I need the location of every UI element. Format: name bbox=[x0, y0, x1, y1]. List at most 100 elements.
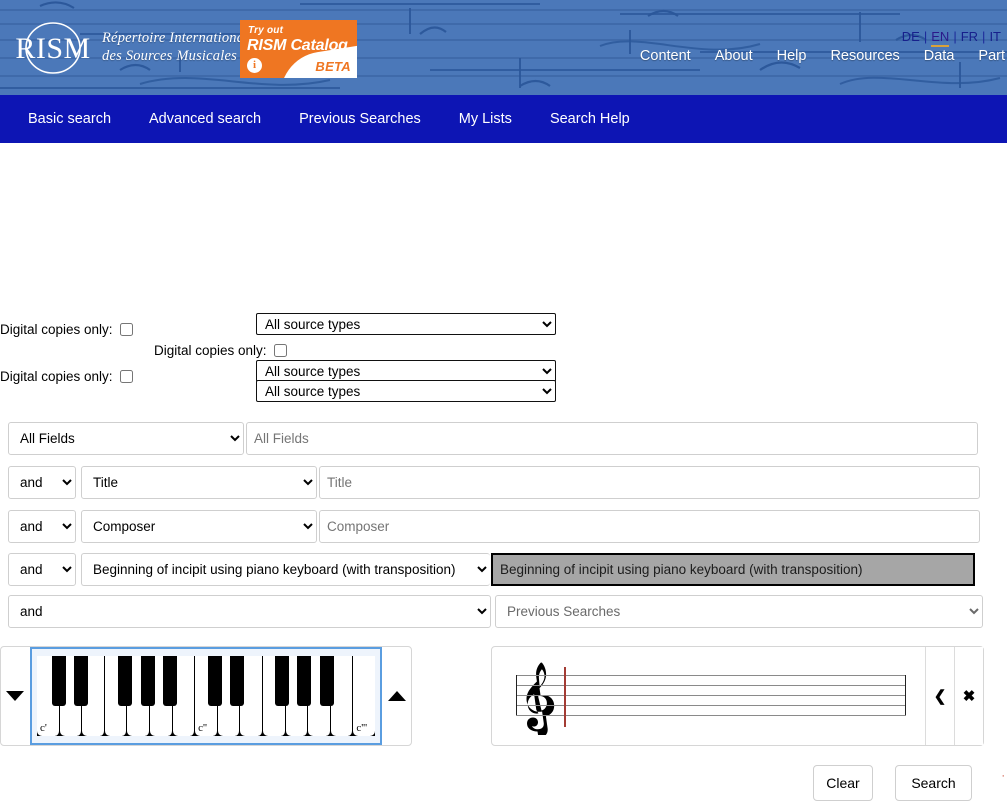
nav-resources[interactable]: Resources bbox=[830, 48, 899, 64]
note-label-c1: c' bbox=[40, 722, 47, 734]
nav-data[interactable]: Data bbox=[924, 48, 955, 64]
rism-logo-mark: RISM bbox=[14, 16, 92, 78]
keyboard-scroll-down-button[interactable] bbox=[1, 689, 29, 704]
lang-it[interactable]: IT bbox=[989, 29, 1001, 44]
black-key-dis2[interactable] bbox=[230, 656, 244, 706]
svg-text:RISM: RISM bbox=[15, 32, 90, 65]
query-input-3[interactable] bbox=[319, 510, 980, 543]
white-key-c3[interactable]: c''' bbox=[353, 656, 375, 736]
nav-partners[interactable]: Part bbox=[978, 48, 1005, 64]
chevron-left-icon: ❮ bbox=[934, 687, 947, 705]
staff-back-button[interactable]: ❮ bbox=[925, 647, 954, 745]
rism-catalog-banner[interactable]: Try out RISM Catalog i BETA bbox=[240, 20, 357, 78]
staff-clear-button[interactable]: ✖ bbox=[954, 647, 983, 745]
black-key-cis2[interactable] bbox=[208, 656, 222, 706]
clear-button[interactable]: Clear bbox=[813, 765, 873, 801]
staff-barline-end bbox=[905, 675, 906, 715]
bool-select-2[interactable]: and bbox=[8, 466, 76, 499]
black-key-gis1[interactable] bbox=[141, 656, 155, 706]
query-input-2[interactable] bbox=[319, 466, 980, 499]
digital-copies-checkbox-1[interactable] bbox=[120, 323, 133, 336]
black-key-fis1[interactable] bbox=[118, 656, 132, 706]
previous-searches-select[interactable]: Previous Searches bbox=[495, 595, 983, 628]
digital-copies-label-2: Digital copies only: bbox=[154, 343, 267, 358]
bool-select-3[interactable]: and bbox=[8, 510, 76, 543]
black-key-ais1[interactable] bbox=[163, 656, 177, 706]
lang-en[interactable]: EN bbox=[931, 29, 949, 47]
piano-keyboard: c' c'' c''' bbox=[37, 656, 375, 736]
digital-copies-label-3: Digital copies only: bbox=[0, 369, 113, 384]
query-row-4: and Beginning of incipit using piano key… bbox=[8, 553, 975, 586]
triangle-up-icon bbox=[388, 691, 406, 701]
staff-barline-start bbox=[516, 675, 517, 715]
site-header: RISM Répertoire International des Source… bbox=[0, 0, 1007, 95]
nav-about[interactable]: About bbox=[715, 48, 753, 64]
note-label-c2: c'' bbox=[198, 722, 207, 734]
bool-select-5[interactable]: and bbox=[8, 595, 491, 628]
digital-copies-checkbox-3[interactable] bbox=[120, 370, 133, 383]
field-select-3[interactable]: Composer bbox=[81, 510, 317, 543]
tab-my-lists[interactable]: My Lists bbox=[459, 111, 512, 127]
staff-line-3 bbox=[516, 695, 906, 696]
nav-help[interactable]: Help bbox=[777, 48, 807, 64]
logo-subtitle-line1: Répertoire International bbox=[102, 29, 248, 47]
lang-separator-3: | bbox=[982, 29, 985, 44]
triangle-down-icon bbox=[6, 691, 24, 701]
field-select-1[interactable]: All Fields bbox=[8, 422, 244, 455]
tab-search-help[interactable]: Search Help bbox=[550, 111, 630, 127]
language-switcher: DE | EN | FR | IT bbox=[902, 29, 1001, 44]
digital-copies-row-3: Digital copies only: bbox=[0, 369, 133, 384]
source-type-select-3[interactable]: All source types bbox=[256, 380, 556, 402]
query-row-5: and Previous Searches bbox=[8, 595, 983, 628]
close-icon: ✖ bbox=[963, 687, 976, 705]
digital-copies-row-2: Digital copies only: bbox=[154, 343, 287, 358]
note-label-c3: c''' bbox=[356, 722, 367, 734]
music-staff-widget: ❮ ✖ bbox=[491, 646, 984, 746]
black-key-cis1[interactable] bbox=[52, 656, 66, 706]
black-key-dis1[interactable] bbox=[74, 656, 88, 706]
corner-marker: · bbox=[1001, 770, 1005, 782]
tab-previous-searches[interactable]: Previous Searches bbox=[299, 111, 421, 127]
tab-advanced-search[interactable]: Advanced search bbox=[149, 111, 261, 127]
tab-basic-search[interactable]: Basic search bbox=[28, 111, 111, 127]
info-icon[interactable]: i bbox=[247, 58, 262, 73]
staff-lines bbox=[516, 675, 906, 715]
digital-copies-checkbox-2[interactable] bbox=[274, 344, 287, 357]
field-select-2[interactable]: Title bbox=[81, 466, 317, 499]
query-input-1[interactable] bbox=[246, 422, 978, 455]
search-button[interactable]: Search bbox=[895, 765, 972, 801]
white-key-b2[interactable] bbox=[331, 656, 354, 736]
query-row-3: and Composer bbox=[8, 510, 980, 543]
search-navigation: Basic search Advanced search Previous Se… bbox=[0, 95, 1007, 143]
primary-navigation: Content About Help Resources Data Part bbox=[640, 48, 1007, 64]
lang-fr[interactable]: FR bbox=[961, 29, 978, 44]
lang-separator-1: | bbox=[924, 29, 927, 44]
source-type-select-1[interactable]: All source types bbox=[256, 313, 556, 335]
lang-de[interactable]: DE bbox=[902, 29, 920, 44]
bool-select-4[interactable]: and bbox=[8, 553, 76, 586]
query-row-2: and Title bbox=[8, 466, 980, 499]
source-type-select-2[interactable]: All source types bbox=[256, 360, 556, 382]
black-key-gis2[interactable] bbox=[297, 656, 311, 706]
banner-beta-label: BETA bbox=[315, 59, 351, 74]
site-logo[interactable]: RISM Répertoire International des Source… bbox=[14, 16, 248, 78]
keyboard-focus-frame: c' c'' c''' bbox=[30, 647, 382, 745]
banner-tryout-text: Try out bbox=[248, 25, 283, 36]
staff-line-5 bbox=[516, 675, 906, 676]
query-input-incipit[interactable] bbox=[491, 553, 975, 586]
logo-subtitle-line2: des Sources Musicales bbox=[102, 47, 248, 65]
staff-line-4 bbox=[516, 685, 906, 686]
staff-line-1 bbox=[516, 715, 906, 716]
staff-area[interactable] bbox=[492, 647, 925, 745]
staff-line-2 bbox=[516, 705, 906, 706]
piano-keyboard-widget: c' c'' c''' bbox=[0, 646, 412, 746]
query-row-1: All Fields bbox=[8, 422, 978, 455]
black-key-fis2[interactable] bbox=[275, 656, 289, 706]
banner-title: RISM Catalog bbox=[247, 37, 348, 55]
keyboard-scroll-up-button[interactable] bbox=[383, 689, 411, 704]
logo-subtitle: Répertoire International des Sources Mus… bbox=[102, 29, 248, 65]
lang-separator-2: | bbox=[953, 29, 956, 44]
black-key-ais2[interactable] bbox=[320, 656, 334, 706]
field-select-4[interactable]: Beginning of incipit using piano keyboar… bbox=[81, 553, 490, 586]
nav-content[interactable]: Content bbox=[640, 48, 691, 64]
